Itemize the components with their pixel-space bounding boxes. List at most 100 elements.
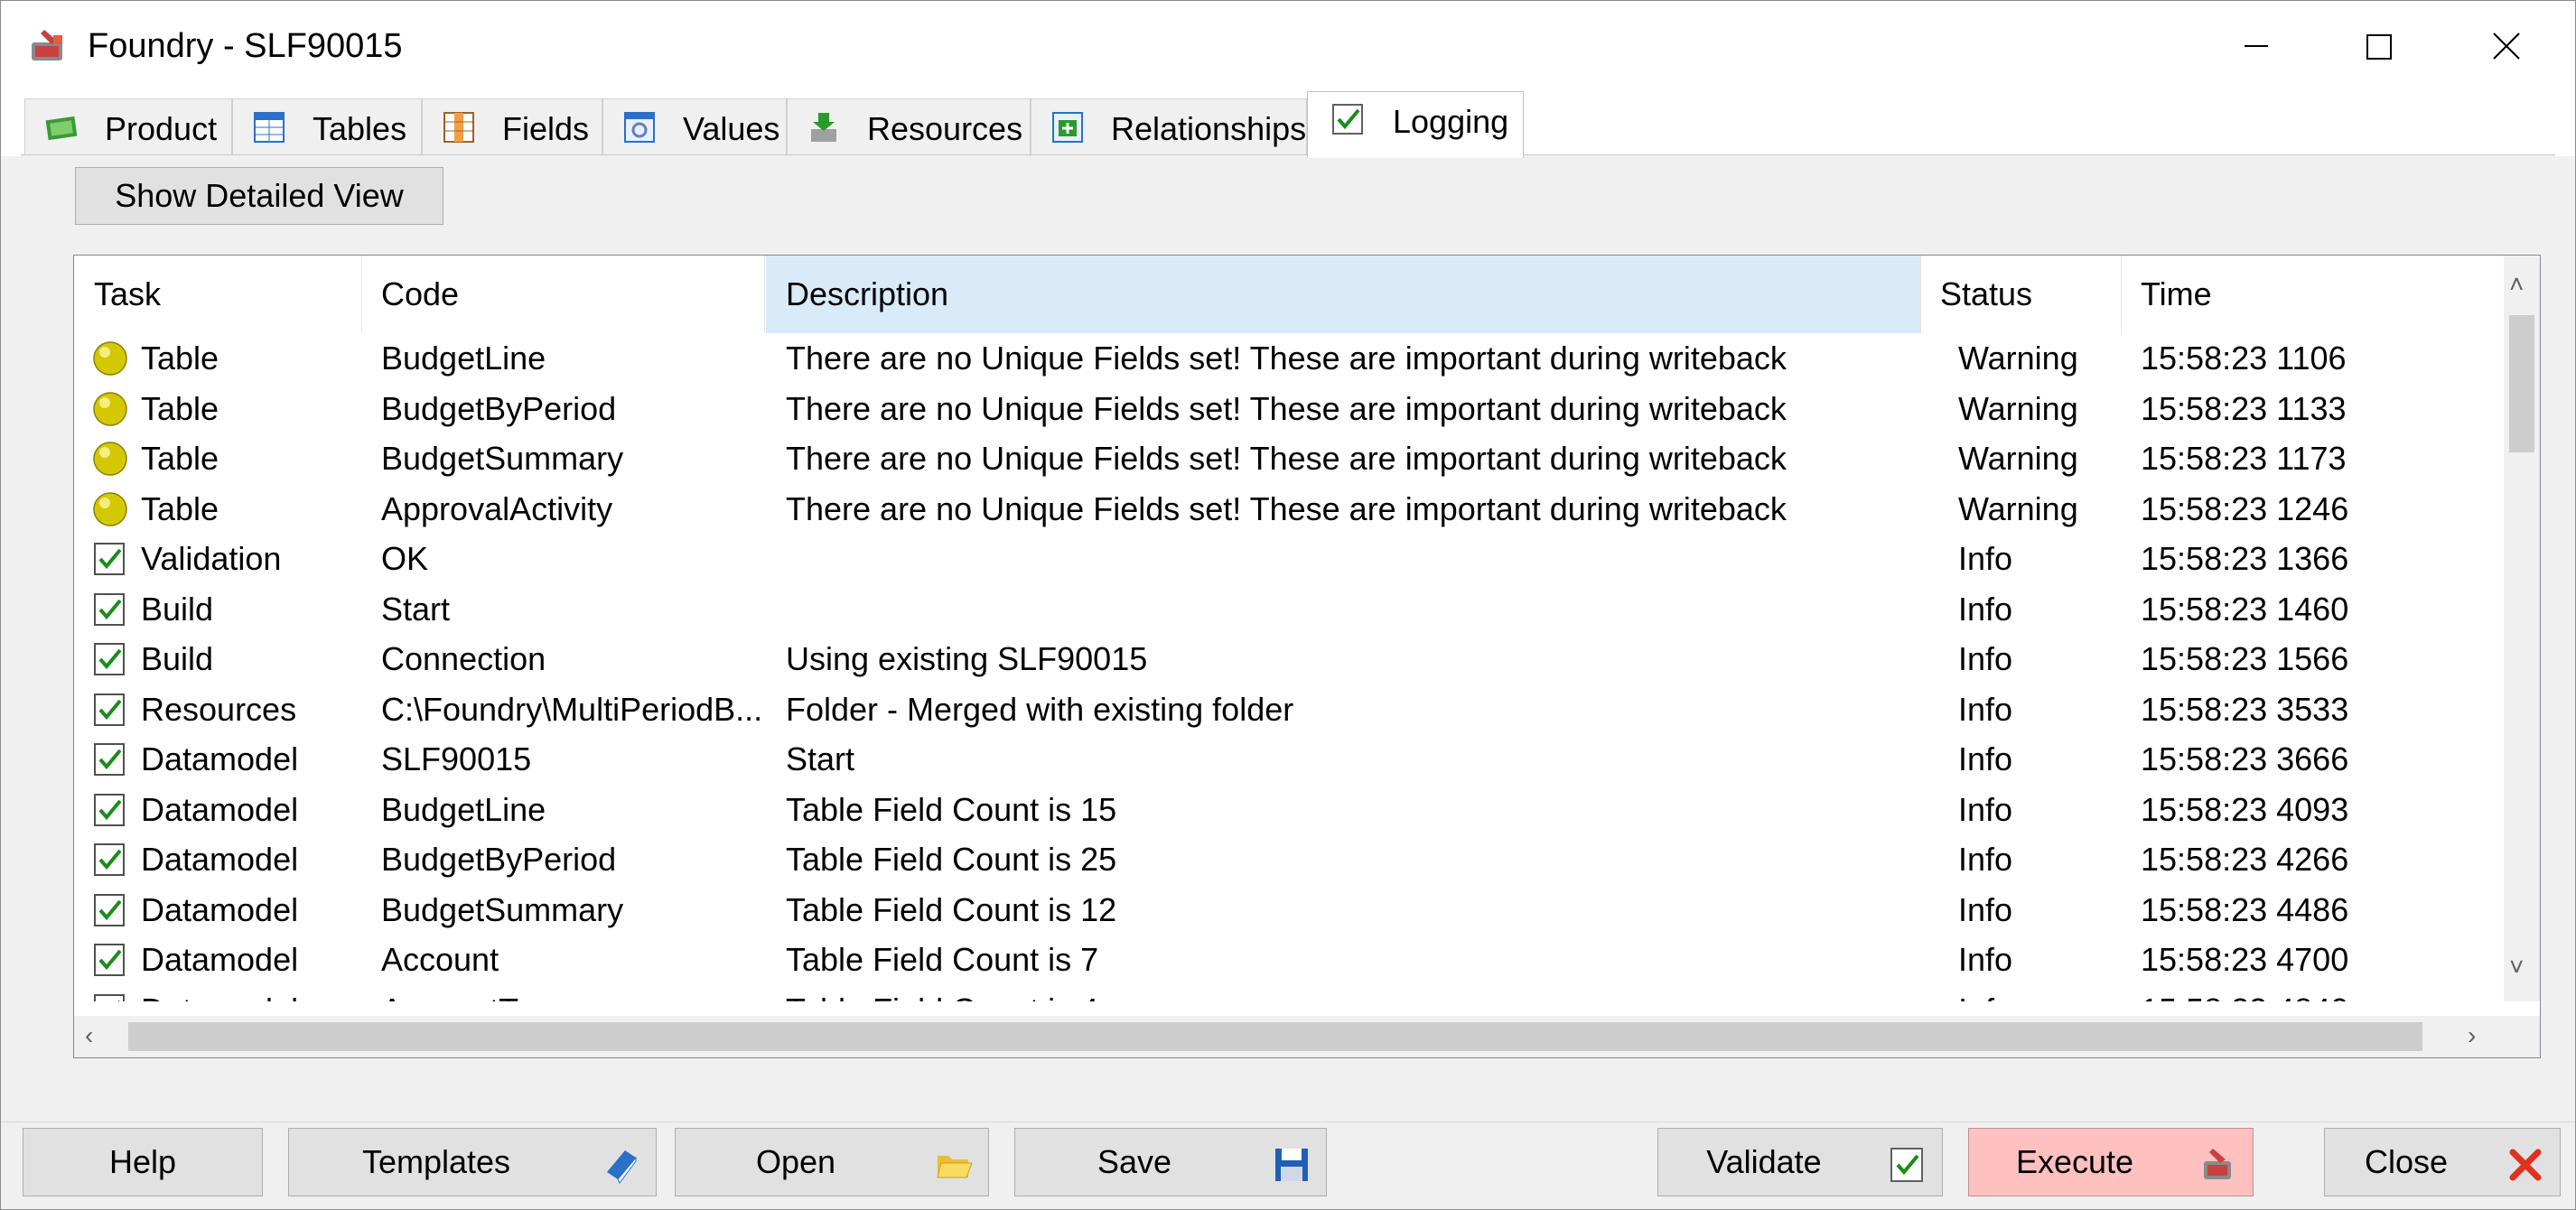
column-header-status[interactable]: Status [1920,256,2121,333]
table-row[interactable]: Build Start Info 15:58:23 1460 [74,584,2504,635]
foundry-machine-icon [2204,1149,2231,1179]
vertical-scroll-thumb[interactable] [2509,315,2534,452]
table-row[interactable]: Table BudgetByPeriod There are no Unique F… [74,384,2504,434]
tab-tables[interactable]: Tables [232,98,422,154]
table-row[interactable]: DatamodelAccountT...Table Field Count is… [74,985,2504,1002]
column-header-task[interactable]: Task [74,256,361,333]
column-header-description[interactable]: Description [766,256,1920,333]
column-header-time[interactable]: Time [2121,256,2500,333]
foundry-window: Foundry - SLF90015 Product Tables Fields… [0,0,2576,1210]
cell-code: Connection [381,640,546,677]
tab-product[interactable]: Product [24,98,232,154]
help-button[interactable]: Help [23,1128,263,1196]
cell-task: Datamodel [141,985,412,1002]
cell-status: Info [1958,640,2013,677]
cell-description: Folder - Merged with existing folder [786,690,1294,728]
cell-description: Start [786,740,855,777]
cell-status: Info [1958,841,2013,878]
cell-description: There are no Unique Fields set! These ar… [786,389,1787,427]
close-window-icon[interactable] [2447,10,2564,82]
cell-status: Warning [1958,440,2078,477]
warning-circle-icon [93,491,127,526]
tab-label: Fields [502,110,590,147]
cell-description: Table Field Count is 15 [786,790,1117,828]
horizontal-scrollbar[interactable]: ‹ › [74,1016,2504,1057]
tab-values[interactable]: Values [602,98,787,154]
check-icon [94,592,125,626]
table-row[interactable]: Validation OK Info 15:58:23 1366 [74,534,2504,584]
column-header-code[interactable]: Code [361,256,764,333]
table-row[interactable]: Datamodel Account Table Field Count is 7 In… [74,935,2504,985]
scroll-right-icon[interactable]: › [2468,1023,2476,1048]
scroll-left-icon[interactable]: ‹ [85,1023,93,1048]
bottom-toolbar: Help Templates Open Save Validate Execut… [1,1122,2575,1209]
table-row[interactable]: Table BudgetSummary There are no Unique Fi… [74,433,2504,484]
table-row[interactable]: Resources C:\Foundry\MultiPeriodB... Folde… [74,684,2504,735]
resources-icon [811,113,836,142]
cell-description [786,534,1987,584]
cell-task: Resources [141,690,297,728]
execute-button[interactable]: Execute [1968,1128,2254,1196]
list-header: Task Code Description Status Time [74,256,2504,333]
close-button[interactable]: Close [2324,1128,2561,1196]
cell-task: Table [141,440,219,477]
maximize-icon[interactable] [2320,10,2438,82]
cell-description [786,584,1987,635]
book-icon [607,1150,637,1184]
cell-time: 15:58:23 1566 [2141,640,2349,677]
cell-task: Build [141,640,214,677]
log-list[interactable]: Task Code Description Status Time Table B… [73,255,2541,1058]
table-row[interactable]: Build Connection Using existing SLF90015 In… [74,634,2504,684]
cell-description: Table Field Count is 12 [786,890,1117,928]
validate-button[interactable]: Validate [1657,1128,1943,1196]
check-icon [94,693,125,726]
horizontal-scroll-thumb[interactable] [128,1022,2422,1051]
cell-code: Account [381,941,499,978]
check-icon [94,743,125,776]
scroll-down-icon[interactable]: ˅ [2509,954,2524,980]
check-icon [94,893,125,926]
table-row[interactable]: Table BudgetLine There are no Unique Field… [74,333,2504,384]
check-icon [94,543,125,575]
cell-time: 15:58:23 4840 [2141,985,2466,1002]
open-button[interactable]: Open [675,1128,989,1196]
cell-code: C:\Foundry\MultiPeriodB... [381,690,763,728]
tab-relationships[interactable]: Relationships [1031,98,1307,154]
table-row[interactable]: Datamodel BudgetLine Table Field Count is … [74,785,2504,835]
cell-code: BudgetByPeriod [381,841,617,878]
cell-description: Table Field Count is 4 [786,985,1987,1002]
cell-task: Datamodel [141,841,299,878]
tab-resources[interactable]: Resources [787,98,1031,154]
window-title: Foundry - SLF90015 [88,27,403,65]
table-row[interactable]: Datamodel SLF90015 Start Info 15:58:23 3666 [74,734,2504,785]
cell-time: 15:58:23 4486 [2141,890,2349,928]
folder-icon [937,1156,973,1178]
tab-label: Tables [313,110,407,147]
cell-code: AccountT... [381,985,815,1002]
cell-time: 15:58:23 1173 [2141,440,2347,477]
tab-fields[interactable]: Fields [422,98,602,154]
table-row[interactable]: Datamodel BudgetByPeriod Table Field Count… [74,834,2504,885]
cell-status: Info [1958,540,2013,577]
column-separator[interactable] [764,256,765,333]
cell-task: Table [141,389,219,427]
values-icon [624,112,655,143]
check-icon [94,643,125,675]
cell-description: Table Field Count is 25 [786,841,1117,878]
table-row[interactable]: Datamodel BudgetSummary Table Field Count … [74,885,2504,935]
cell-status: Info [1958,590,2013,628]
tab-logging[interactable]: Logging [1307,91,1524,158]
cell-task: Datamodel [141,790,299,828]
minimize-icon[interactable] [2196,10,2313,82]
cell-task: Validation [141,540,282,577]
templates-button[interactable]: Templates [288,1128,657,1196]
table-row[interactable]: Table ApprovalActivity There are no Unique… [74,484,2504,535]
check-icon [94,843,125,876]
cell-time: 15:58:23 1366 [2141,540,2349,577]
scroll-up-icon[interactable]: ˄ [2509,272,2524,297]
vertical-scrollbar[interactable]: ˄ ˅ [2504,256,2540,1001]
save-button[interactable]: Save [1014,1128,1327,1196]
cell-task: Datamodel [141,890,299,928]
show-detailed-view-button[interactable]: Show Detailed View [75,167,443,225]
cell-code: BudgetSummary [381,440,624,477]
